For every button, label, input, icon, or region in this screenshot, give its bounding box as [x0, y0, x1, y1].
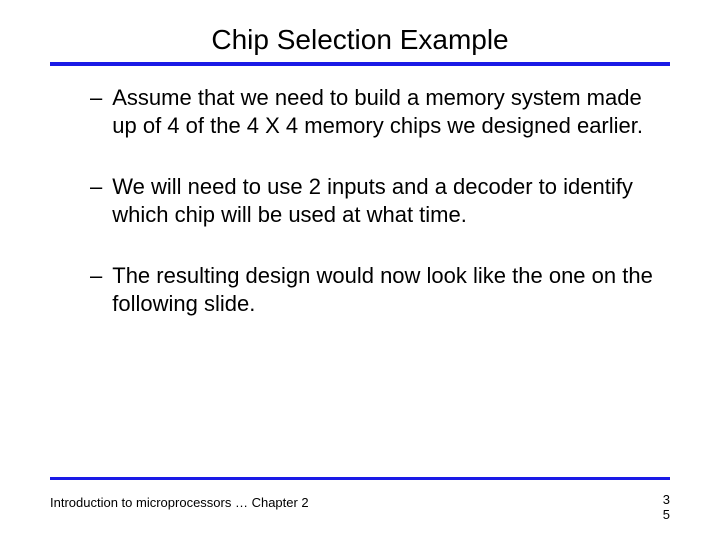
page-number-bottom: 5	[656, 508, 670, 522]
list-item: – The resulting design would now look li…	[90, 262, 660, 317]
dash-icon: –	[90, 173, 102, 201]
page-number-top: 3	[656, 493, 670, 507]
page-number: 3 5	[656, 493, 670, 522]
slide: Chip Selection Example – Assume that we …	[0, 0, 720, 540]
bullet-text: Assume that we need to build a memory sy…	[112, 84, 660, 139]
footer-divider	[50, 477, 670, 480]
list-item: – We will need to use 2 inputs and a dec…	[90, 173, 660, 228]
dash-icon: –	[90, 262, 102, 290]
footer-text: Introduction to microprocessors … Chapte…	[50, 495, 309, 510]
bullet-list: – Assume that we need to build a memory …	[50, 84, 670, 317]
slide-title: Chip Selection Example	[50, 24, 670, 62]
dash-icon: –	[90, 84, 102, 112]
bullet-text: The resulting design would now look like…	[112, 262, 660, 317]
title-divider	[50, 62, 670, 66]
bullet-text: We will need to use 2 inputs and a decod…	[112, 173, 660, 228]
list-item: – Assume that we need to build a memory …	[90, 84, 660, 139]
